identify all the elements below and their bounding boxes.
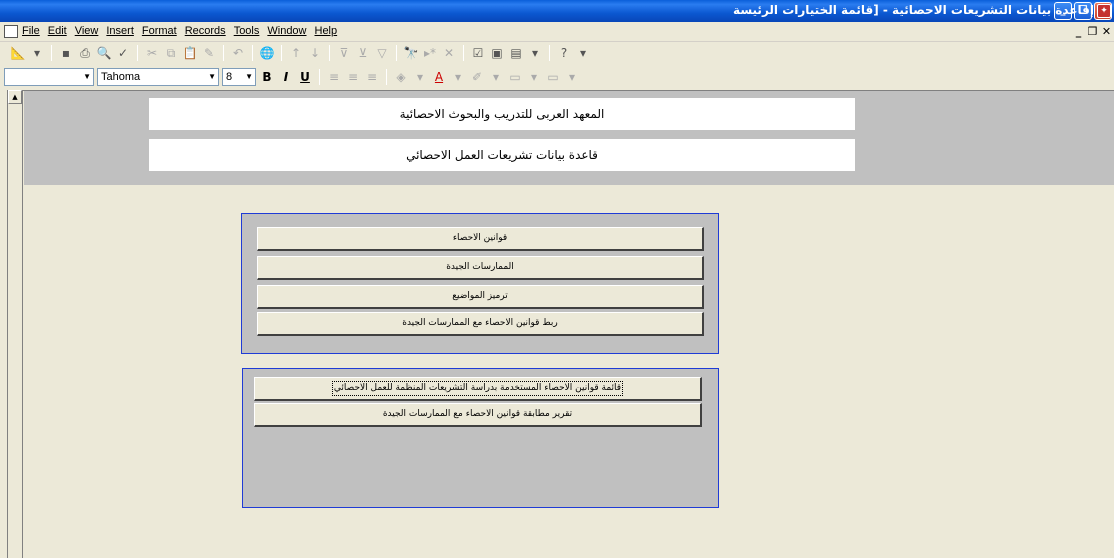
laws-list-report-label: قائمة قوانين الاحصاء المستخدمة بدراسة ال… [331,381,624,396]
delete-record-icon[interactable]: ✕ [441,45,457,61]
separator [386,69,387,85]
font-size-value: 8 [226,71,233,83]
laws-practices-match-report-button[interactable]: تقرير مطابقة قوانين الاحصاء مع الممارسات… [254,403,702,427]
separator [329,45,330,61]
mdi-controls: _ ❐ ✕ [1072,25,1113,38]
separator [252,45,253,61]
format-painter-icon[interactable]: ✎ [201,45,217,61]
menu-view[interactable]: View [75,25,99,37]
print-icon[interactable]: ⎙ [77,45,93,61]
link-laws-practices-button[interactable]: ربط قوانين الاحصاء مع الممارسات الجيدة [257,312,704,336]
align-center-icon[interactable]: ≡ [345,69,361,85]
separator [51,45,52,61]
view-design-icon[interactable]: 📐 [10,45,26,61]
form-view-toolbar: 📐 ▾ ▪ ⎙ 🔍 ✓ ✂ ⧉ 📋 ✎ ↶ 🌐 ↑ ↓ ⊽ ⊻ ▽ 🔭 ▸* ✕… [0,43,1114,65]
menu-help[interactable]: Help [315,25,338,37]
good-practices-button[interactable]: الممارسات الجيدة [257,256,704,280]
filter-by-form-icon[interactable]: ⊻ [355,45,371,61]
special-effect-icon[interactable]: ▭ [545,69,561,85]
underline-icon[interactable]: U [297,69,313,85]
font-size-combo[interactable]: 8 ▼ [222,68,256,86]
statistics-laws-button[interactable]: قوانين الاحصاء [257,227,704,251]
separator [396,45,397,61]
menu-file[interactable]: File [22,25,40,37]
menu-items: File Edit View Insert Format Records Too… [22,25,337,37]
filter-by-selection-icon[interactable]: ⊽ [336,45,352,61]
menu-records[interactable]: Records [185,25,226,37]
vertical-scrollbar[interactable]: ▲ [7,90,23,558]
align-right-icon[interactable]: ≡ [364,69,380,85]
save-icon[interactable]: ▪ [58,45,74,61]
institute-title: المعهد العربى للتدريب والبحوث الاحصائية [149,98,855,130]
line-color-icon[interactable]: ✐ [469,69,485,85]
window-title: إقاعدة بيانات التشريعات الاحصائية - [قائ… [733,3,1094,17]
menu-edit[interactable]: Edit [48,25,67,37]
find-icon[interactable]: 🔭 [403,45,419,61]
spelling-icon[interactable]: ✓ [115,45,131,61]
topic-coding-button[interactable]: ترميز المواضيع [257,285,704,309]
dropdown-arrow-icon[interactable]: ▾ [488,69,504,85]
line-width-icon[interactable]: ▭ [507,69,523,85]
sort-descending-icon[interactable]: ↓ [307,45,323,61]
menu-format[interactable]: Format [142,25,177,37]
laws-list-report-button[interactable]: قائمة قوانين الاحصاء المستخدمة بدراسة ال… [254,377,702,401]
form-system-icon[interactable] [4,25,18,38]
mdi-restore-button[interactable]: ❐ [1086,25,1099,38]
mdi-close-button[interactable]: ✕ [1100,25,1113,38]
formatting-toolbar: ▼ Tahoma ▼ 8 ▼ B I U ≡ ≡ ≡ ◈ ▾ A ▾ ✐ ▾ ▭… [0,66,1114,88]
properties-icon[interactable]: ☑ [470,45,486,61]
database-window-icon[interactable]: ▣ [489,45,505,61]
chevron-down-icon: ▼ [83,72,91,81]
italic-icon[interactable]: I [278,69,294,85]
new-record-icon[interactable]: ▸* [422,45,438,61]
separator [549,45,550,61]
fill-color-icon[interactable]: ◈ [393,69,409,85]
help-icon[interactable]: ? [556,45,572,61]
dropdown-arrow-icon[interactable]: ▾ [575,45,591,61]
paste-icon[interactable]: 📋 [182,45,198,61]
database-title: قاعدة بيانات تشريعات العمل الاحصائي [149,139,855,171]
bold-icon[interactable]: B [259,69,275,85]
dropdown-arrow-icon[interactable]: ▾ [526,69,542,85]
object-combo[interactable]: ▼ [4,68,94,86]
chevron-down-icon: ▼ [208,72,216,81]
access-app-icon[interactable]: ✦ [1097,4,1111,18]
scroll-up-icon[interactable]: ▲ [8,90,22,104]
align-left-icon[interactable]: ≡ [326,69,342,85]
separator [281,45,282,61]
menu-tools[interactable]: Tools [234,25,260,37]
menu-window[interactable]: Window [267,25,306,37]
dropdown-arrow-icon[interactable]: ▾ [412,69,428,85]
dropdown-arrow-icon[interactable]: ▾ [29,45,45,61]
hyperlink-icon[interactable]: 🌐 [259,45,275,61]
copy-icon[interactable]: ⧉ [163,45,179,61]
font-name-value: Tahoma [101,71,141,83]
separator [137,45,138,61]
font-color-icon[interactable]: A [431,69,447,85]
new-object-icon[interactable]: ▤ [508,45,524,61]
font-name-combo[interactable]: Tahoma ▼ [97,68,219,86]
mdi-minimize-button[interactable]: _ [1072,25,1085,38]
dropdown-arrow-icon[interactable]: ▾ [527,45,543,61]
print-preview-icon[interactable]: 🔍 [96,45,112,61]
dropdown-arrow-icon[interactable]: ▾ [450,69,466,85]
title-bar: _ ❐ ✕ إقاعدة بيانات التشريعات الاحصائية … [0,0,1114,22]
menu-insert[interactable]: Insert [106,25,134,37]
sort-ascending-icon[interactable]: ↑ [288,45,304,61]
undo-icon[interactable]: ↶ [230,45,246,61]
cut-icon[interactable]: ✂ [144,45,160,61]
separator [223,45,224,61]
apply-filter-icon[interactable]: ▽ [374,45,390,61]
chevron-down-icon: ▼ [245,72,253,81]
menu-bar: File Edit View Insert Format Records Too… [0,22,1114,42]
separator [463,45,464,61]
separator [319,69,320,85]
dropdown-arrow-icon[interactable]: ▾ [564,69,580,85]
